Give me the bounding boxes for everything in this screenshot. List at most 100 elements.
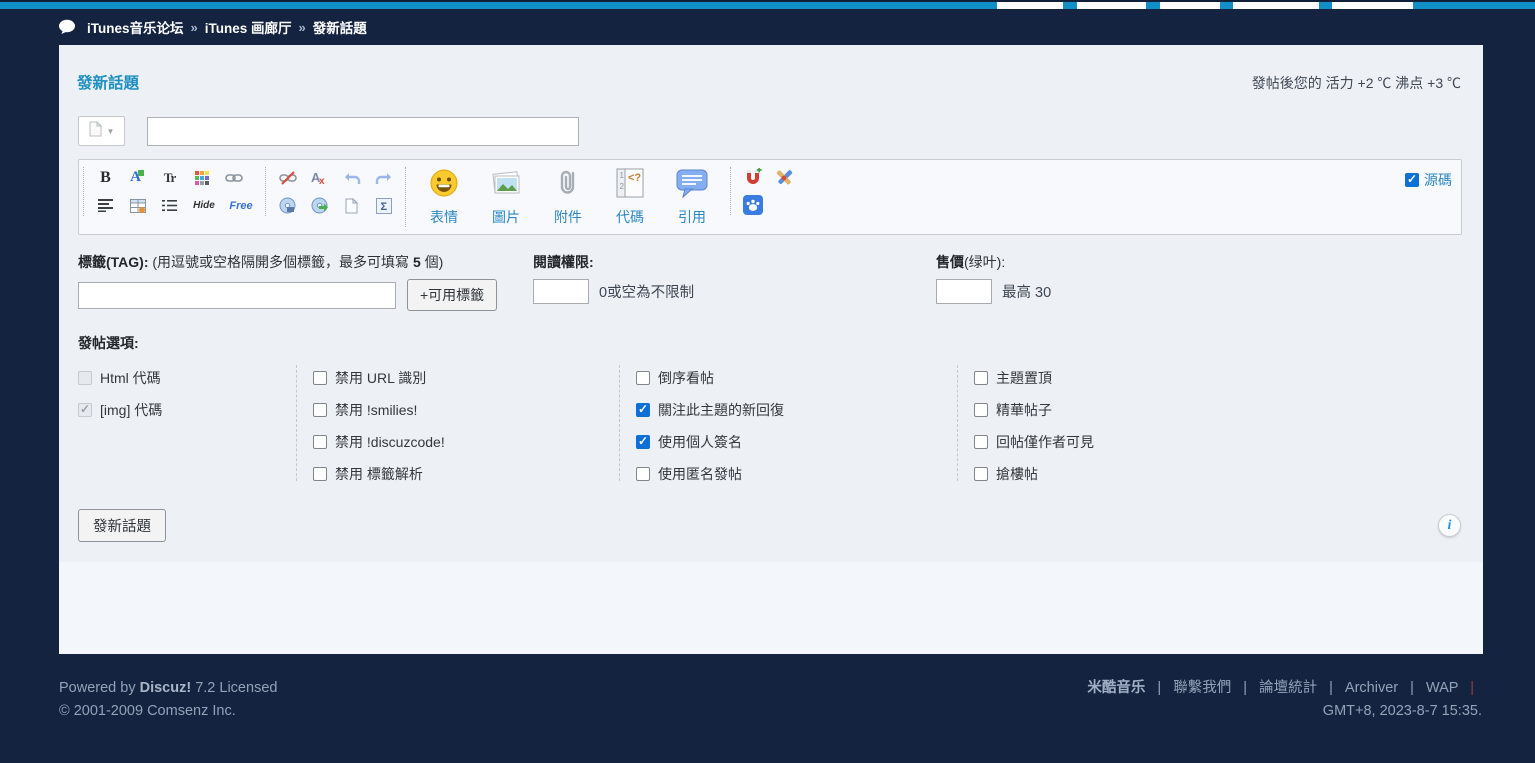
option-disable-discuzcode-checkbox[interactable]: [313, 435, 327, 449]
align-icon[interactable]: [94, 195, 117, 216]
option-reverse-order-checkbox[interactable]: [636, 371, 650, 385]
top-nav-tab[interactable]: [1160, 2, 1220, 9]
footer-time: GMT+8, 2023-8-7 15:35.: [1087, 700, 1482, 723]
footer-link-archiver[interactable]: Archiver: [1345, 680, 1398, 696]
option-disable-discuzcode[interactable]: 禁用 !discuzcode!: [313, 435, 619, 449]
attachment-button[interactable]: 附件: [542, 167, 594, 227]
copyright-text: © 2001-2009 Comsenz Inc.: [59, 700, 277, 723]
footer-link-home[interactable]: 米酷音乐: [1087, 680, 1145, 696]
option-floor-rush-checkbox[interactable]: [974, 467, 988, 481]
option-floor-rush[interactable]: 搶樓帖: [974, 467, 1483, 481]
undo-icon[interactable]: [340, 167, 363, 188]
post-reward-note: 發帖後您的 活力 +2 ℃ 沸点 +3 ℃: [1252, 73, 1461, 93]
info-icon[interactable]: i: [1438, 514, 1461, 537]
sum-icon[interactable]: Σ: [372, 195, 395, 216]
crayons-icon[interactable]: [772, 167, 795, 188]
panel-bottom-spacer: [59, 562, 1483, 654]
option-use-signature[interactable]: 使用個人簽名: [636, 435, 957, 449]
posting-options: Html 代碼 [img] 代碼 禁用 URL 識別 禁用 !smilies!: [78, 365, 1483, 481]
option-digest[interactable]: 精華帖子: [974, 403, 1483, 417]
breadcrumb-separator: »: [299, 20, 306, 35]
option-anonymous[interactable]: 使用匿名發帖: [636, 467, 957, 481]
footer-link-stats[interactable]: 論壇統計: [1259, 680, 1317, 696]
footer-link-wap[interactable]: WAP: [1426, 680, 1458, 696]
breadcrumb-separator: »: [191, 20, 198, 35]
smiley-button[interactable]: 表情: [418, 167, 470, 227]
image-icon: [489, 167, 523, 204]
price-input[interactable]: [936, 279, 992, 304]
image-button[interactable]: 圖片: [480, 167, 532, 227]
discuz-brand: Discuz!: [140, 680, 192, 696]
top-nav-tab[interactable]: [1332, 2, 1413, 9]
paw-icon[interactable]: [741, 194, 764, 215]
quote-button[interactable]: 引用: [666, 167, 718, 227]
footer-separator: |: [1157, 680, 1161, 696]
top-nav-strip: [0, 0, 1535, 9]
breadcrumb: iTunes音乐论坛 » iTunes 画廊厅 » 發新話題: [0, 9, 1535, 45]
font-color-icon[interactable]: A: [126, 167, 149, 188]
option-use-signature-checkbox[interactable]: [636, 435, 650, 449]
svg-text:Σ: Σ: [380, 201, 387, 213]
code-label: 代碼: [616, 207, 644, 227]
blank-page-icon[interactable]: [340, 195, 363, 216]
option-sticky[interactable]: 主題置頂: [974, 371, 1483, 385]
top-nav-tab[interactable]: [997, 2, 1063, 9]
remove-format-icon[interactable]: Ax: [308, 167, 331, 188]
unlink-icon[interactable]: [276, 167, 299, 188]
option-sticky-checkbox[interactable]: [974, 371, 988, 385]
posting-options-label: 發帖選項:: [78, 333, 1483, 353]
svg-text:2: 2: [620, 182, 625, 191]
option-digest-checkbox[interactable]: [974, 403, 988, 417]
image-label: 圖片: [492, 207, 520, 227]
bold-icon[interactable]: B: [94, 167, 117, 188]
option-author-only[interactable]: 回帖僅作者可見: [974, 435, 1483, 449]
paperclip-icon: [552, 167, 584, 204]
option-img-code-checkbox: [78, 403, 92, 417]
option-disable-smilies-checkbox[interactable]: [313, 403, 327, 417]
top-nav-tab[interactable]: [1233, 2, 1319, 9]
option-subscribe-replies[interactable]: 關注此主題的新回復: [636, 403, 957, 417]
option-disable-smilies[interactable]: 禁用 !smilies!: [313, 403, 619, 417]
breadcrumb-link-board[interactable]: iTunes 画廊厅: [205, 17, 292, 37]
free-icon[interactable]: Free: [227, 195, 255, 216]
powered-by-text: Powered by: [59, 680, 140, 696]
read-permission-input[interactable]: [533, 279, 589, 304]
media-disc-icon[interactable]: [276, 195, 299, 216]
price-hint: 最高 30: [1002, 281, 1051, 302]
tag-input[interactable]: [78, 282, 396, 309]
hide-icon[interactable]: Hide: [190, 195, 218, 216]
tag-hint-suffix: 個): [421, 254, 444, 270]
font-size-icon[interactable]: Tr: [158, 167, 181, 188]
option-subscribe-replies-checkbox[interactable]: [636, 403, 650, 417]
option-reverse-order[interactable]: 倒序看帖: [636, 371, 957, 385]
top-nav-tab[interactable]: [1077, 2, 1146, 9]
footer-separator: |: [1470, 680, 1474, 696]
magnet-icon[interactable]: [741, 167, 764, 188]
option-author-only-checkbox[interactable]: [974, 435, 988, 449]
option-disable-url-checkbox[interactable]: [313, 371, 327, 385]
powered-by-suffix: 7.2 Licensed: [191, 680, 277, 696]
media-insert-icon[interactable]: [308, 195, 331, 216]
topic-icon-select[interactable]: ▼: [78, 116, 125, 146]
option-img-code: [img] 代碼: [78, 403, 296, 417]
option-disable-tagparse-checkbox[interactable]: [313, 467, 327, 481]
color-palette-icon[interactable]: [190, 167, 213, 188]
available-tags-button[interactable]: +可用標籤: [407, 279, 497, 311]
option-anonymous-checkbox[interactable]: [636, 467, 650, 481]
option-disable-tagparse[interactable]: 禁用 標籤解析: [313, 467, 619, 481]
smiley-icon: [428, 167, 460, 204]
code-button[interactable]: 12<? 代碼: [604, 167, 656, 227]
list-icon[interactable]: [158, 195, 181, 216]
table-icon[interactable]: [126, 195, 149, 216]
option-disable-url[interactable]: 禁用 URL 識別: [313, 371, 619, 385]
footer-separator: |: [1243, 680, 1247, 696]
subject-input[interactable]: [147, 117, 579, 146]
page-title: 發新話題: [77, 71, 139, 93]
breadcrumb-link-forum[interactable]: iTunes音乐论坛: [87, 17, 184, 37]
source-checkbox[interactable]: [1405, 173, 1419, 187]
redo-icon[interactable]: [372, 167, 395, 188]
link-icon[interactable]: [222, 167, 245, 188]
footer-link-contact[interactable]: 聯繫我們: [1173, 680, 1231, 696]
option-html-code-checkbox: [78, 371, 92, 385]
submit-new-topic-button[interactable]: 發新話題: [78, 509, 166, 542]
